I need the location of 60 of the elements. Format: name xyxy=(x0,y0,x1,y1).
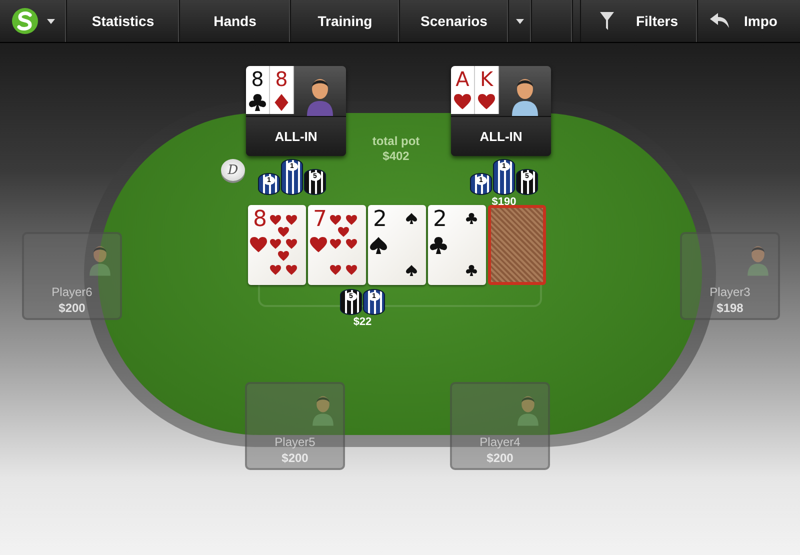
heart-icon xyxy=(454,94,471,111)
heart-icon xyxy=(330,215,341,226)
heart-icon xyxy=(278,251,289,262)
nav-tab[interactable]: Scenarios xyxy=(420,13,488,29)
spade-icon xyxy=(406,265,417,276)
heart-icon xyxy=(310,237,327,254)
heart-icon xyxy=(270,265,281,276)
player-stack: $200 xyxy=(58,300,86,316)
logo-icon[interactable] xyxy=(11,7,39,35)
card-rank: 7 xyxy=(313,209,327,231)
filter-icon xyxy=(600,12,614,30)
card-rank: 2 xyxy=(433,209,447,231)
heart-icon xyxy=(346,265,357,276)
nav-tab[interactable]: Hands xyxy=(214,13,256,29)
nav-tab[interactable]: Training xyxy=(318,13,372,29)
player-name: Player4 xyxy=(480,434,520,450)
caret-icon[interactable] xyxy=(516,18,524,24)
club-icon xyxy=(466,265,477,276)
heart-icon xyxy=(278,227,289,238)
player-status: ALL-IN xyxy=(246,117,346,156)
heart-icon xyxy=(330,239,341,250)
card-rank: A xyxy=(456,69,470,90)
player-status: ALL-IN xyxy=(451,117,551,156)
card-rank: 2 xyxy=(373,209,387,231)
card-rank: 8 xyxy=(275,69,288,90)
club-icon xyxy=(430,237,447,254)
heart-icon xyxy=(478,94,495,111)
heart-icon xyxy=(338,227,349,238)
heart-icon xyxy=(330,265,341,276)
club-icon xyxy=(249,94,266,111)
player-name: Player5 xyxy=(274,434,316,450)
pot-label: total pot xyxy=(371,134,421,149)
nav-tab[interactable]: Statistics xyxy=(92,13,154,29)
heart-icon xyxy=(286,215,297,226)
player-stack: $200 xyxy=(486,450,514,466)
spade-icon xyxy=(370,237,387,254)
import-button[interactable]: Impo xyxy=(710,13,778,29)
bet-amount: $22 xyxy=(353,315,372,329)
diamond-icon xyxy=(273,94,290,111)
player-name: Player6 xyxy=(52,284,92,300)
spade-icon xyxy=(406,213,417,224)
player-name: Player3 xyxy=(710,284,750,300)
filters-button[interactable]: Filters xyxy=(600,12,678,30)
club-icon xyxy=(466,213,477,224)
heart-icon xyxy=(286,265,297,276)
heart-icon xyxy=(346,215,357,226)
heart-icon xyxy=(250,237,267,254)
heart-icon xyxy=(270,239,281,250)
caret-icon[interactable] xyxy=(47,18,55,24)
heart-icon xyxy=(346,239,357,250)
card-rank: K xyxy=(480,69,494,90)
heart-icon xyxy=(286,239,297,250)
player-stack: $200 xyxy=(282,450,308,466)
card-rank: 8 xyxy=(251,69,264,90)
player-stack: $198 xyxy=(716,300,744,316)
pot-amount: $402 xyxy=(382,149,410,164)
heart-icon xyxy=(270,215,281,226)
bet-amount: $190 xyxy=(492,195,516,209)
card-rank: 8 xyxy=(253,209,267,231)
undo-icon xyxy=(710,13,730,29)
